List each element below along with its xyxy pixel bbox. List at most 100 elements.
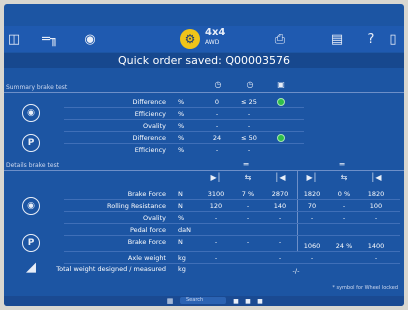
details-row-unit: N <box>178 202 183 210</box>
details-cell: 1820 <box>367 190 385 198</box>
details-cell: - <box>310 254 314 262</box>
rear-axle-icon: ═ <box>339 160 345 169</box>
gauge-limit-icon: ◷ <box>246 80 254 89</box>
row-divider <box>64 235 400 236</box>
summary-row-label: Difference <box>132 98 166 106</box>
details-cell: - <box>342 202 346 210</box>
windows-icon[interactable]: ▦ <box>166 297 174 305</box>
summary-section-label: Summary brake test <box>6 84 68 91</box>
details-row-label: Ovality <box>143 214 166 222</box>
lift-icon[interactable]: ◫ <box>6 30 22 48</box>
details-row-unit: kg <box>178 254 186 262</box>
details-cell: - <box>374 214 378 222</box>
difference-icon: ⇆ <box>340 173 348 182</box>
app-icon[interactable]: ■ <box>256 297 264 305</box>
row-divider <box>64 143 304 144</box>
details-cell: 140 <box>273 202 287 210</box>
section-divider <box>4 170 404 171</box>
row-divider <box>64 251 400 252</box>
details-cell: 3100 <box>207 190 225 198</box>
details-cell: - <box>278 214 282 222</box>
details-cell: - <box>214 238 218 246</box>
summary-limit: ≤ 25 <box>241 98 257 106</box>
details-cell: 1400 <box>367 242 385 250</box>
details-cell: 24 % <box>335 242 353 250</box>
axle-icon[interactable]: ═╖ <box>40 30 60 48</box>
details-cell: 1060 <box>303 242 321 250</box>
summary-row-unit: % <box>178 110 185 118</box>
details-cell: - <box>214 214 218 222</box>
details-cell: 0 % <box>337 190 351 198</box>
summary-limit: ≤ 50 <box>241 134 257 142</box>
search-input[interactable]: Search <box>180 297 226 304</box>
details-cell: - <box>342 214 346 222</box>
taskbar: ▦ Search ■ ■ ■ <box>4 296 404 306</box>
details-row-label: Rolling Resistance <box>107 202 166 210</box>
difference-icon: ⇆ <box>244 173 252 182</box>
app-icon[interactable]: ■ <box>244 297 252 305</box>
details-row-unit: N <box>178 238 183 246</box>
summary-value: - <box>215 122 219 130</box>
details-cell: - <box>214 254 218 262</box>
section-divider <box>4 92 404 93</box>
summary-value: 0 <box>214 98 220 106</box>
page-title: Quick order saved: Q00003576 <box>4 53 404 68</box>
details-cell: 120 <box>209 202 223 210</box>
ok-check-icon <box>277 98 285 106</box>
details-cell: 70 <box>307 202 317 210</box>
details-row-label: Brake Force <box>127 190 166 198</box>
footnote: * symbol for Wheel locked <box>332 285 398 291</box>
summary-row-unit: % <box>178 134 185 142</box>
row-divider <box>64 223 400 224</box>
details-row-label: Axle weight <box>127 254 166 262</box>
ok-check-icon <box>277 134 285 142</box>
row-divider <box>64 119 304 120</box>
details-row-unit: N <box>178 190 183 198</box>
brake-test-icon[interactable]: ⚙ <box>180 29 200 49</box>
app-screen: ◫ ═╖ ◉ ⚙ 4x4 AWD ⎙ ▤ ? ▯ Quick order sav… <box>4 4 404 306</box>
details-cell: - <box>374 254 378 262</box>
tyre-icon[interactable]: ◉ <box>82 30 98 48</box>
details-row-unit: % <box>178 214 185 222</box>
details-section-label: Details brake test <box>6 162 60 169</box>
details-cell: 7 % <box>241 190 255 198</box>
row-divider <box>64 211 400 212</box>
left-wheel-icon: ▶│ <box>210 173 222 182</box>
right-wheel-icon: │◀ <box>274 173 286 182</box>
details-row-unit: kg <box>178 265 186 273</box>
printer-icon[interactable]: ⎙ <box>270 30 290 48</box>
summary-row-label: Efficiency <box>134 110 166 118</box>
summary-limit: - <box>247 110 251 118</box>
summary-value: - <box>215 110 219 118</box>
details-cell: - <box>278 238 282 246</box>
row-divider <box>64 263 400 264</box>
4x4-label: 4x4 <box>205 27 226 38</box>
right-wheel-icon: │◀ <box>370 173 382 182</box>
report-icon[interactable]: ▤ <box>328 30 346 48</box>
details-row-unit: daN <box>178 226 191 234</box>
details-cell: - <box>246 238 250 246</box>
details-cell: 1820 <box>303 190 321 198</box>
summary-row-unit: % <box>178 122 185 130</box>
parking-brake-icon: P <box>22 234 40 252</box>
row-divider <box>64 107 304 108</box>
parking-brake-icon: P <box>22 134 40 152</box>
details-row-label: Total weight designed / measured <box>56 265 166 273</box>
4x4-mode-button[interactable]: 4x4 AWD <box>205 28 225 48</box>
summary-row-label: Efficiency <box>134 146 166 154</box>
app-icon[interactable]: ■ <box>232 297 240 305</box>
details-row-label: Brake Force <box>127 238 166 246</box>
battery-icon: ▯ <box>389 31 397 47</box>
summary-row-label: Difference <box>132 134 166 142</box>
row-divider <box>64 199 400 200</box>
left-wheel-icon: ▶│ <box>306 173 318 182</box>
4x4-sub-label: AWD <box>205 39 220 46</box>
front-axle-icon: ═ <box>243 160 249 169</box>
row-divider <box>64 131 304 132</box>
details-cell: - <box>246 202 250 210</box>
details-row-label: Pedal force <box>129 226 166 234</box>
help-icon[interactable]: ? <box>364 30 378 48</box>
details-cell: - <box>246 214 250 222</box>
summary-value: - <box>215 146 219 154</box>
details-cell: 2870 <box>271 190 289 198</box>
